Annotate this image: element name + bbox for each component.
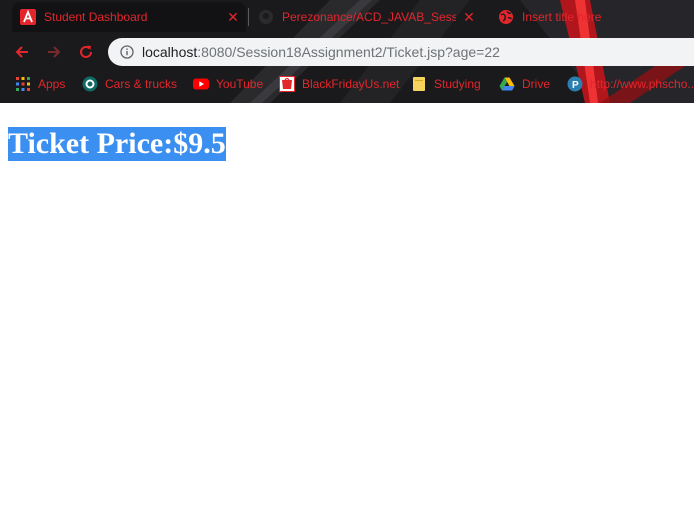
bookmark-blackfriday[interactable]: BlackFridayUs.net (279, 76, 399, 92)
tab-student-dashboard[interactable]: Student Dashboard ✕ (12, 2, 246, 32)
bookmark-drive[interactable]: Drive (499, 76, 550, 92)
apps-grid-icon (15, 76, 31, 92)
toolbar: localhost:8080/Session18Assignment2/Tick… (0, 34, 694, 70)
drive-icon (499, 76, 515, 92)
bookmark-apps[interactable]: Apps (15, 76, 65, 92)
blackfriday-icon (279, 76, 295, 92)
bookmark-label: BlackFridayUs.net (302, 77, 400, 91)
back-arrow-icon (15, 46, 28, 58)
bookmark-label: http://www.phscho... (590, 77, 694, 91)
tab-title: Perezonance/ACD_JAVAB_Session (282, 10, 456, 24)
close-tab-icon[interactable]: ✕ (462, 10, 476, 24)
tab-strip: Student Dashboard ✕ Perezonance/ACD_JAVA… (0, 0, 694, 34)
close-tab-icon[interactable]: ✕ (226, 10, 240, 24)
url-path: :8080/Session18Assignment2/Ticket.jsp?ag… (197, 44, 500, 60)
app-a-icon (20, 9, 36, 25)
address-bar[interactable]: localhost:8080/Session18Assignment2/Tick… (108, 38, 694, 66)
folder-icon (411, 76, 427, 92)
forward-button[interactable] (42, 40, 66, 64)
tab-github[interactable]: Perezonance/ACD_JAVAB_Session ✕ (258, 2, 480, 32)
browser-chrome: Student Dashboard ✕ Perezonance/ACD_JAVA… (0, 0, 694, 103)
github-icon (258, 9, 274, 25)
svg-text:P: P (572, 80, 579, 91)
bookmarks-bar: Apps Cars & trucks YouTube BlackFridayUs… (0, 70, 694, 98)
tab-title: Insert title here (522, 10, 602, 24)
forward-arrow-icon (48, 46, 61, 58)
globe-icon (498, 9, 514, 25)
reload-button[interactable] (74, 40, 98, 64)
tab-separator (248, 8, 249, 26)
youtube-icon (193, 76, 209, 92)
pearson-icon: P (567, 76, 583, 92)
bookmark-youtube[interactable]: YouTube (193, 76, 263, 92)
ticket-price-heading: Ticket Price:$9.5 (8, 127, 226, 161)
bookmark-phschool[interactable]: P http://www.phscho... (567, 76, 694, 92)
bookmark-label: Studying (434, 77, 481, 91)
url-host: localhost (142, 44, 198, 60)
bookmark-label: Apps (38, 77, 66, 91)
reload-icon (80, 45, 92, 58)
back-button[interactable] (10, 40, 34, 64)
tab-insert-title[interactable]: Insert title here (498, 2, 658, 32)
bookmark-cars-trucks[interactable]: Cars & trucks (82, 76, 177, 92)
bookmark-label: YouTube (216, 77, 264, 91)
bookmark-label: Cars & trucks (105, 77, 178, 91)
bookmark-studying[interactable]: Studying (411, 76, 481, 92)
info-icon[interactable] (120, 45, 134, 59)
page-content: Ticket Price:$9.5 (0, 103, 694, 512)
cars-icon (82, 76, 98, 92)
tab-title: Student Dashboard (44, 10, 148, 24)
bookmark-label: Drive (522, 77, 551, 91)
